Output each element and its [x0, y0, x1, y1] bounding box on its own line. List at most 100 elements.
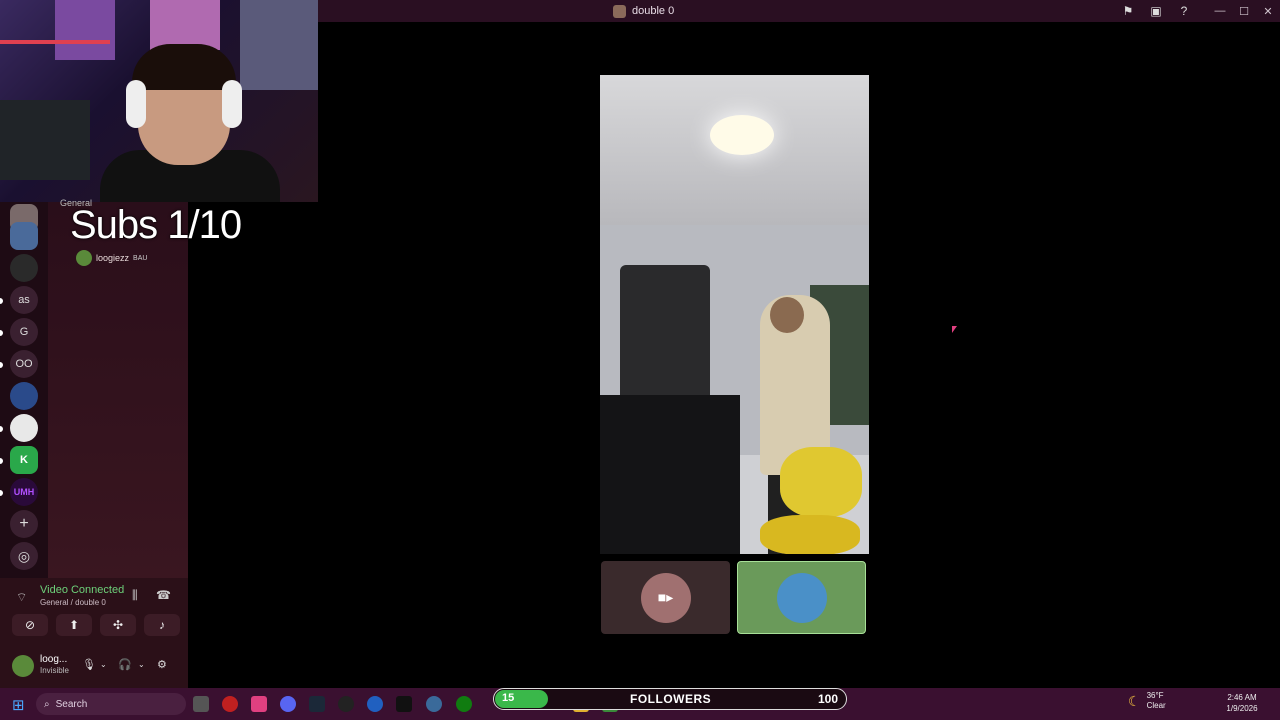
- settings-icon[interactable]: ⚙: [157, 658, 167, 671]
- disconnect-icon[interactable]: ☎: [156, 588, 171, 602]
- clock[interactable]: 2:46 AM 1/9/2026: [1222, 692, 1262, 714]
- clock-time: 2:46 AM: [1227, 693, 1257, 702]
- avatar[interactable]: [12, 655, 34, 677]
- followers-label: FOLLOWERS: [630, 692, 712, 706]
- server-icon[interactable]: [10, 414, 38, 442]
- xbox-icon[interactable]: [456, 696, 472, 712]
- chevron-down-icon[interactable]: ⌄: [100, 660, 107, 669]
- poster: [150, 0, 220, 50]
- followers-goal: 100: [817, 692, 838, 706]
- maximize-icon[interactable]: ☐: [1232, 0, 1256, 22]
- activities-button[interactable]: ✣: [100, 614, 136, 636]
- server-icon[interactable]: as: [10, 286, 38, 314]
- window-title-text: double 0: [632, 5, 675, 17]
- server-label: as: [18, 294, 30, 306]
- server-icon[interactable]: [10, 222, 38, 250]
- voice-buttons: ⊘ ⬆ ✣ ♪: [12, 614, 180, 636]
- server-icon[interactable]: [10, 254, 38, 282]
- close-icon[interactable]: ✕: [1256, 0, 1280, 22]
- signal-icon[interactable]: ⌔: [16, 590, 27, 605]
- add-server-icon[interactable]: +: [10, 510, 38, 538]
- app-icon[interactable]: [338, 696, 354, 712]
- headphone-icon: [126, 80, 146, 128]
- unread-dot: [0, 426, 3, 432]
- led-strip: [0, 40, 110, 44]
- server-label: ◎: [17, 547, 31, 564]
- server-icon[interactable]: G: [10, 318, 38, 346]
- desk: [600, 395, 740, 554]
- server-icon[interactable]: OO: [10, 350, 38, 378]
- settings-app-icon[interactable]: [426, 696, 442, 712]
- app-icon[interactable]: [222, 696, 238, 712]
- voice-location[interactable]: General / double 0: [40, 598, 106, 607]
- app-icon[interactable]: [367, 696, 383, 712]
- headphones-icon[interactable]: 🎧: [118, 658, 132, 671]
- server-label: +: [19, 515, 29, 532]
- user-status: Invisible: [40, 666, 69, 675]
- weather-temp: 36°F: [1146, 691, 1164, 700]
- headphone-icon: [222, 80, 242, 128]
- server-icon[interactable]: [10, 382, 38, 410]
- screen-share-button[interactable]: ⬆: [56, 614, 92, 636]
- person-head: [770, 297, 804, 333]
- main-video-stream[interactable]: [600, 75, 869, 554]
- search-placeholder: Search: [55, 698, 88, 710]
- voice-user-name: loogiezz: [96, 253, 130, 263]
- task-view-icon[interactable]: [193, 696, 209, 712]
- poster: [240, 0, 318, 90]
- avatar: [76, 250, 92, 266]
- moon-icon: ☾: [1128, 692, 1141, 709]
- unread-dot: [0, 298, 3, 304]
- user-badge: BAU: [133, 254, 148, 262]
- clock-date: 1/9/2026: [1226, 704, 1258, 713]
- weather-widget[interactable]: ☾ 36°F Clear: [1128, 691, 1166, 711]
- poster: [55, 0, 115, 60]
- yellow-chair-seat: [760, 515, 860, 554]
- soundboard-button[interactable]: ♪: [144, 614, 180, 636]
- app-icon[interactable]: [396, 696, 412, 712]
- server-icon[interactable]: K: [10, 446, 38, 474]
- webcam-overlay: [0, 0, 318, 202]
- taskbar: ⊞ ⌕ Search 15 FOLLOWERS 100 ☾ 36°F Clear…: [0, 688, 1280, 720]
- camera-off-button[interactable]: ⊘: [12, 614, 48, 636]
- video-camera-icon: ■▸: [657, 589, 674, 605]
- windows-start-icon[interactable]: ⊞: [12, 696, 25, 714]
- weather-condition: Clear: [1146, 701, 1166, 710]
- window-title: double 0: [613, 3, 674, 19]
- help-icon[interactable]: ?: [1170, 0, 1198, 22]
- mouse-cursor: [952, 326, 957, 333]
- followers-goal-bar: 15 FOLLOWERS 100: [493, 688, 847, 710]
- avatar: [776, 572, 827, 623]
- discover-icon[interactable]: ◎: [10, 542, 38, 570]
- subs-goal-text: Subs 1/10: [70, 203, 242, 247]
- ceiling-light: [710, 115, 774, 155]
- server-label: OO: [15, 358, 33, 370]
- server-label: UMH: [13, 487, 35, 497]
- flag-icon[interactable]: ⚑: [1114, 0, 1142, 22]
- discord-icon[interactable]: [280, 696, 296, 712]
- monitor: [0, 100, 90, 180]
- followers-count: 15: [502, 692, 515, 704]
- search-icon: ⌕: [44, 698, 50, 710]
- unread-dot: [0, 490, 3, 496]
- inbox-icon[interactable]: ▣: [1142, 0, 1170, 22]
- participant-tile[interactable]: ■▸: [601, 561, 730, 634]
- app-icon[interactable]: [251, 696, 267, 712]
- voice-user-row[interactable]: loogiezz BAU: [76, 250, 147, 266]
- noise-suppression-icon[interactable]: ⫼: [132, 588, 138, 603]
- channel-panel: loogiezz BAU: [48, 202, 188, 582]
- unread-dot: [0, 458, 3, 464]
- chevron-down-icon[interactable]: ⌄: [138, 660, 145, 669]
- user-name[interactable]: loog...: [40, 654, 67, 665]
- server-icon[interactable]: UMH: [10, 478, 38, 506]
- user-panel: loog... Invisible 🎙 ⌄ 🎧 ⌄ ⚙: [12, 652, 182, 678]
- voice-panel: ⌔ Video Connected General / double 0 ⫼ ☎…: [0, 578, 188, 688]
- search-box[interactable]: ⌕ Search: [36, 693, 186, 715]
- server-label: G: [19, 326, 29, 338]
- minimize-icon[interactable]: —: [1208, 0, 1232, 22]
- participant-tile-active[interactable]: [737, 561, 866, 634]
- steam-icon[interactable]: [309, 696, 325, 712]
- streamer-hair: [132, 44, 236, 90]
- clothing-pile: [620, 265, 710, 415]
- microphone-icon[interactable]: 🎙: [82, 658, 96, 671]
